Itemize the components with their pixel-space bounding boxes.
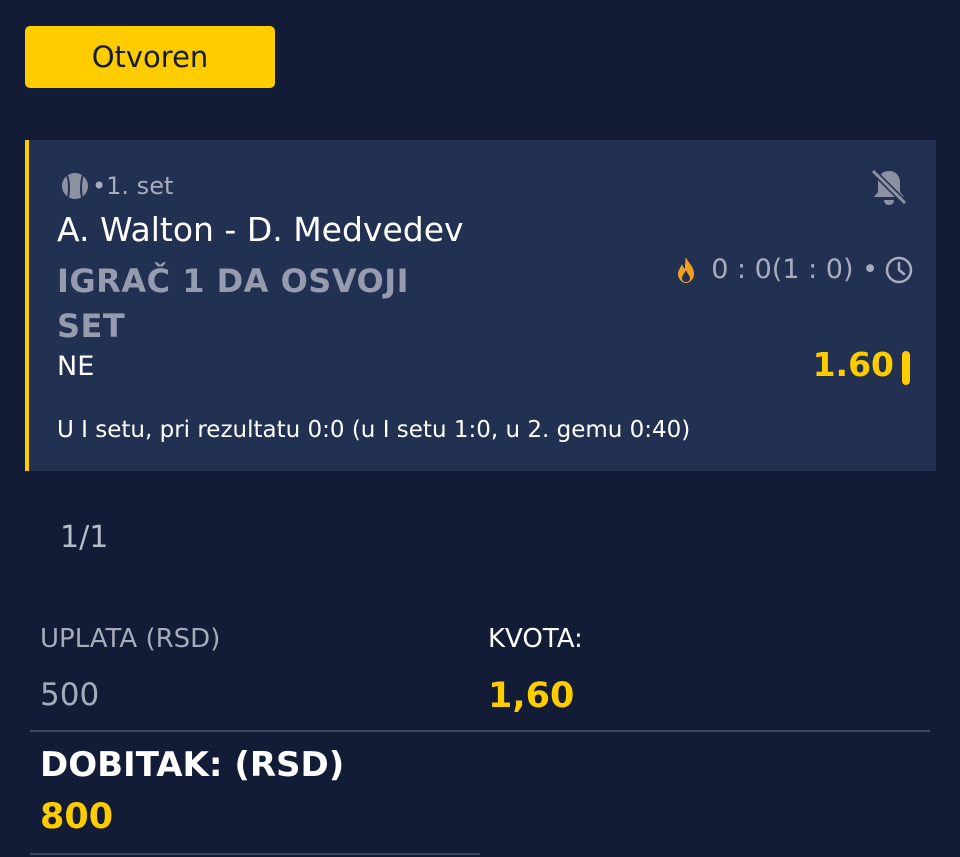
pick-label: NE xyxy=(57,351,95,382)
payout-value: 800 xyxy=(40,797,114,837)
period-label: •1. set xyxy=(92,172,174,200)
divider-top xyxy=(30,730,930,732)
bell-off-icon[interactable] xyxy=(868,166,910,208)
divider-bottom xyxy=(30,853,480,855)
odd-value: 1.60 xyxy=(812,345,894,384)
tennis-ball-icon xyxy=(62,173,88,199)
market-name: IGRAČ 1 DA OSVOJI SET xyxy=(57,262,410,345)
bet-ticket-card: •1. set A. Walton - D. Medvedev IGRAČ 1 … xyxy=(25,140,936,471)
total-odds-value: 1,60 xyxy=(488,676,575,716)
score-text: 0 : 0(1 : 0) • xyxy=(711,254,878,285)
status-open-button[interactable]: Otvoren xyxy=(25,26,275,88)
stake-value: 500 xyxy=(40,677,100,713)
stake-label: UPLATA (RSD) xyxy=(40,624,221,654)
bet-note: U I setu, pri rezultatu 0:0 (u I setu 1:… xyxy=(57,417,691,443)
payout-label: DOBITAK: (RSD) xyxy=(40,745,345,785)
ticket-pager: 1/1 xyxy=(60,520,109,555)
live-score: 0 : 0(1 : 0) • xyxy=(675,254,914,285)
sport-period-row: •1. set xyxy=(62,172,173,200)
clock-icon xyxy=(885,256,913,283)
match-name: A. Walton - D. Medvedev xyxy=(57,210,464,249)
odd-indicator xyxy=(902,351,910,385)
flame-icon xyxy=(678,256,695,283)
total-odds-label: KVOTA: xyxy=(488,624,583,654)
